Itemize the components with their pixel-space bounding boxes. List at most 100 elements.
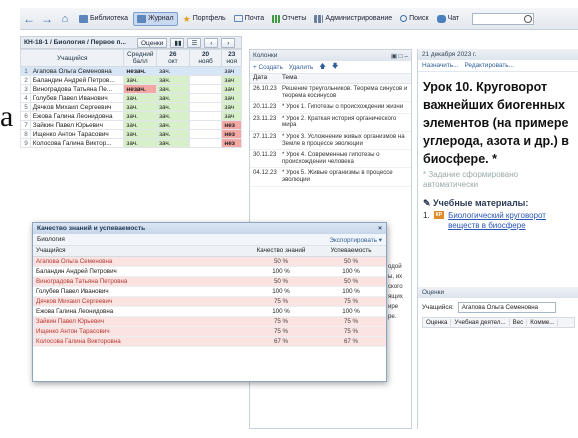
grade-cell[interactable]: зач: [221, 75, 242, 85]
table-row[interactable]: Ищенко Антон Тарасович 75 % 75 %: [33, 326, 386, 337]
table-row[interactable]: 7 Зайкин Павел Юрьевич зач. зач. нез: [20, 120, 242, 130]
toolbar-item-5[interactable]: Администрирование: [311, 12, 395, 26]
grade-cell[interactable]: зач.: [156, 93, 190, 103]
table-row[interactable]: 5 Дячков Михаил Сергеевич зач. зач. зач: [20, 102, 242, 112]
grades-col[interactable]: Вес: [510, 319, 528, 326]
grade-cell[interactable]: [188, 84, 223, 94]
lesson-row[interactable]: 30.11.23 * Урок 4. Современные гипотезы о…: [250, 150, 411, 169]
table-row[interactable]: Голубев Павел Иванович 100 % 100 %: [33, 286, 386, 297]
table-row[interactable]: 6 Ежова Галина Леонидовна зач. зач. зач: [20, 111, 242, 121]
avg-grade[interactable]: зач.: [123, 93, 158, 103]
avg-grade[interactable]: зач.: [123, 111, 158, 121]
grade-cell[interactable]: зач.: [156, 84, 190, 94]
chart-icon[interactable]: ▮▮: [170, 37, 185, 48]
prev-page-icon[interactable]: ‹: [204, 37, 219, 48]
table-row[interactable]: Агапова Ольга Семеновна 50 % 50 %: [33, 256, 386, 267]
col-date[interactable]: Дата: [250, 74, 282, 83]
table-row[interactable]: Колосова Галина Викторовна 67 % 67 %: [33, 336, 386, 347]
student-name[interactable]: Виноградова Татьяна Пе...: [29, 84, 125, 94]
toolbar-item-2[interactable]: ★ Портфель: [180, 12, 229, 26]
table-row[interactable]: 2 Баландин Андрей Петров... зач. зач. зач: [20, 75, 242, 85]
move-down-icon[interactable]: 🡇: [332, 62, 339, 73]
grade-cell[interactable]: зач.: [156, 102, 190, 112]
grade-cell[interactable]: [188, 75, 223, 85]
table-row[interactable]: 8 Ищенко Антон Тарасович зач. зач. нез: [20, 129, 242, 139]
grade-cell[interactable]: [188, 120, 223, 130]
grade-cell[interactable]: зач: [221, 102, 242, 112]
col-date-3[interactable]: 23 ноя: [221, 49, 242, 67]
edit-button[interactable]: Редактировать...: [464, 62, 513, 69]
student-name[interactable]: Баландин Андрей Петров...: [29, 75, 125, 85]
col-date-2[interactable]: 20 нояб: [188, 49, 223, 67]
avg-grade[interactable]: незач.: [123, 66, 158, 76]
delete-button[interactable]: Удалить: [289, 64, 313, 71]
table-row[interactable]: 1 Агапова Ольга Семеновна незач. зач. зач: [20, 66, 242, 76]
back-arrow-icon[interactable]: ←: [22, 12, 36, 26]
student-name[interactable]: Ищенко Антон Тарасович: [29, 129, 125, 139]
grade-cell[interactable]: зач.: [156, 66, 190, 76]
close-icon[interactable]: ×: [378, 225, 382, 232]
panel-controls-icon[interactable]: ▣ □ –: [391, 52, 408, 60]
grades-col[interactable]: Комме...: [527, 319, 559, 326]
grade-cell[interactable]: [188, 93, 223, 103]
col-student[interactable]: Учащийся: [19, 49, 125, 67]
col-date-1[interactable]: 26 окт: [156, 49, 190, 67]
grades-col[interactable]: Оценка: [423, 319, 452, 326]
grade-cell[interactable]: [188, 66, 223, 76]
toolbar-item-0[interactable]: Библиотека: [76, 12, 131, 26]
grade-cell[interactable]: [188, 111, 223, 121]
next-page-icon[interactable]: ›: [221, 37, 236, 48]
col-progress[interactable]: Успеваемость: [316, 246, 386, 257]
grade-cell[interactable]: нез: [221, 138, 242, 148]
col-student[interactable]: Учащийся: [33, 246, 246, 257]
grade-cell[interactable]: зач: [221, 111, 242, 121]
avg-grade[interactable]: незач.: [123, 84, 158, 94]
toolbar-item-1[interactable]: Журнал: [133, 11, 178, 26]
avg-grade[interactable]: зач.: [123, 120, 158, 130]
grade-cell[interactable]: зач.: [156, 111, 190, 121]
table-row[interactable]: Баландин Андрей Петрович 100 % 100 %: [33, 266, 386, 277]
avg-grade[interactable]: зач.: [123, 102, 158, 112]
grade-cell[interactable]: [188, 102, 223, 112]
toolbar-item-7[interactable]: Чат: [434, 12, 463, 26]
col-avg[interactable]: Средний балл: [123, 49, 158, 67]
toolbar-item-6[interactable]: Поиск: [397, 12, 431, 26]
grade-cell[interactable]: нез: [221, 120, 242, 130]
grade-cell[interactable]: зач: [221, 84, 242, 94]
table-row[interactable]: 3 Виноградова Татьяна Пе... незач. зач. зач: [20, 84, 242, 94]
lesson-row[interactable]: 20.11.23 * Урок 1. Гипотезы о происхожден…: [250, 102, 411, 114]
student-name[interactable]: Зайкин Павел Юрьевич: [29, 120, 125, 130]
toolbar-item-4[interactable]: Отчеты: [269, 12, 309, 26]
grade-cell[interactable]: зач.: [156, 75, 190, 85]
col-topic[interactable]: Тема: [282, 74, 297, 83]
grade-cell[interactable]: [188, 129, 223, 139]
lesson-row[interactable]: 27.11.23 * Урок 3. Усложнение живых орган…: [250, 132, 411, 151]
grades-col[interactable]: Учебная деятел...: [451, 319, 510, 326]
grade-cell[interactable]: зач.: [156, 120, 190, 130]
student-name[interactable]: Агапова Ольга Семеновна: [29, 66, 125, 76]
student-name[interactable]: Колосова Галина Виктор...: [29, 138, 125, 148]
student-dropdown[interactable]: Агапова Ольга Семеновна: [457, 302, 556, 313]
col-quality[interactable]: Качество знаний: [246, 246, 316, 257]
material-link[interactable]: Биологический круговорот веществ в биосф…: [448, 211, 548, 231]
student-name[interactable]: Голубев Павел Иванович: [29, 93, 125, 103]
grade-cell[interactable]: зач.: [156, 138, 190, 148]
lesson-row[interactable]: 23.11.23 * Урок 2. Краткая история органи…: [250, 114, 411, 132]
toolbar-search-input[interactable]: [472, 12, 535, 25]
menu-icon[interactable]: ☰: [187, 37, 202, 48]
toolbar-item-3[interactable]: Почта: [231, 12, 267, 26]
grade-cell[interactable]: [188, 138, 223, 148]
avg-grade[interactable]: зач.: [123, 138, 158, 148]
table-row[interactable]: 9 Колосова Галина Виктор... зач. зач. нез: [20, 138, 242, 148]
grade-cell[interactable]: зач: [221, 66, 242, 76]
grades-button[interactable]: Оценки: [137, 37, 168, 48]
table-row[interactable]: 4 Голубев Павел Иванович зач. зач. зач: [20, 93, 242, 103]
grade-cell[interactable]: нез: [221, 129, 242, 139]
table-row[interactable]: Зайкин Павел Юрьевич 75 % 75 %: [33, 316, 386, 327]
avg-grade[interactable]: зач.: [123, 129, 158, 139]
avg-grade[interactable]: зач.: [123, 75, 158, 85]
assign-button[interactable]: Назначить...: [422, 62, 458, 69]
lesson-row[interactable]: 26.10.23 Решение треугольников. Теорема с…: [250, 84, 411, 103]
create-button[interactable]: + Создать: [253, 64, 283, 71]
student-name[interactable]: Дячков Михаил Сергеевич: [29, 102, 125, 112]
